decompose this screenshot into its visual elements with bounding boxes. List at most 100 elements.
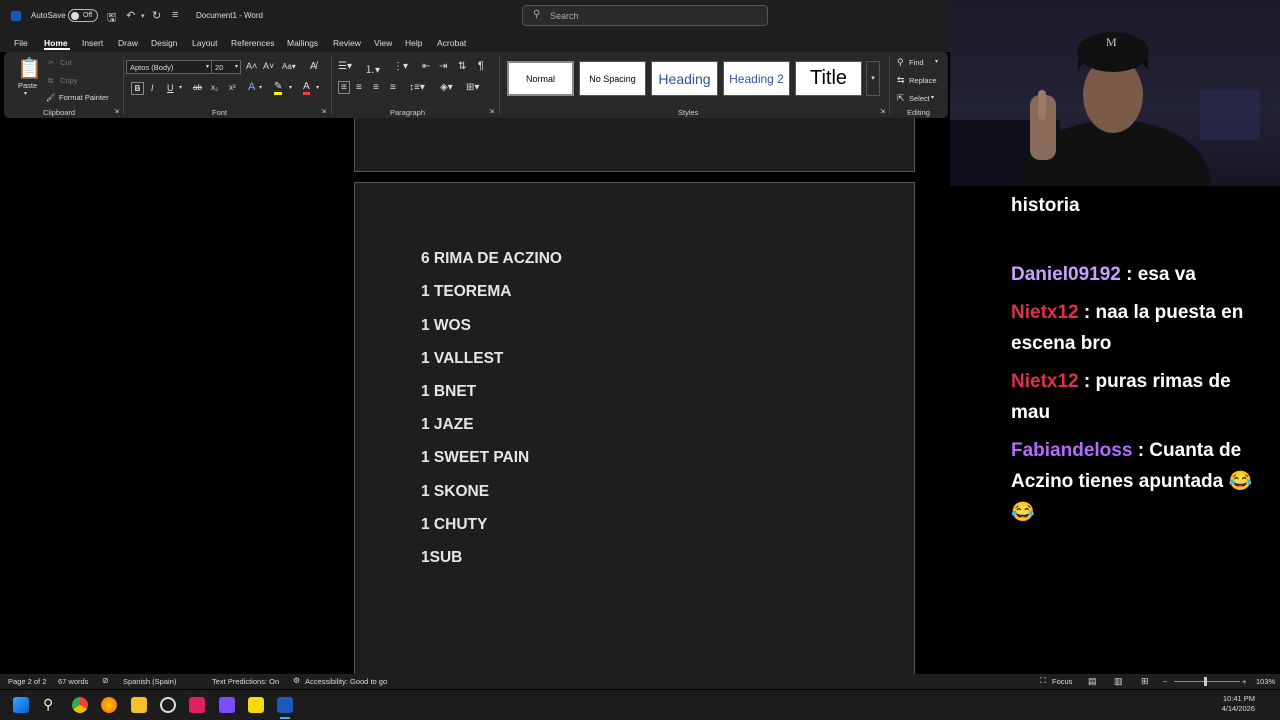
print-layout-icon[interactable]: ▥ <box>1114 676 1123 687</box>
format-painter-icon[interactable]: 🖌 <box>46 93 56 102</box>
document-line[interactable]: 1 SWEET PAIN <box>421 449 529 467</box>
find-icon[interactable]: ⚲ <box>897 57 904 68</box>
tab-design[interactable]: Design <box>151 38 177 48</box>
paragraph-launcher-icon[interactable]: ⇲ <box>489 108 494 115</box>
multilevel-list-icon[interactable]: ⋮▾ <box>393 61 408 72</box>
text-effects-icon[interactable]: A <box>248 81 255 93</box>
tab-draw[interactable]: Draw <box>118 38 138 48</box>
line-spacing-icon[interactable]: ↕≡▾ <box>409 82 425 93</box>
cut-icon[interactable]: ✂ <box>48 58 54 67</box>
document-line[interactable]: 1 JAZE <box>421 416 474 434</box>
select-icon[interactable]: ⇱ <box>897 93 905 104</box>
tab-review[interactable]: Review <box>333 38 361 48</box>
style-normal[interactable]: Normal <box>507 61 574 96</box>
select-button[interactable]: Select <box>909 94 930 103</box>
save-icon[interactable]: 🖫 <box>107 9 116 28</box>
tab-file[interactable]: File <box>14 38 28 48</box>
paste-button[interactable]: Paste <box>18 81 37 90</box>
style-no-spacing[interactable]: No Spacing <box>579 61 646 96</box>
page-1-bottom[interactable] <box>354 118 915 172</box>
tab-acrobat[interactable]: Acrobat <box>437 38 466 48</box>
zoom-out-icon[interactable]: − <box>1163 677 1167 686</box>
paste-dropdown-icon[interactable]: ▾ <box>24 90 27 97</box>
read-mode-icon[interactable]: ▤ <box>1088 676 1097 687</box>
text-predictions-status[interactable]: Text Predictions: On <box>212 677 279 686</box>
tab-view[interactable]: View <box>374 38 392 48</box>
font-size-select[interactable]: 20 ▾ <box>211 60 241 74</box>
customize-quick-access-icon[interactable]: ≡ <box>172 9 178 21</box>
font-launcher-icon[interactable]: ⇲ <box>321 108 326 115</box>
align-left-icon[interactable]: ≡ <box>338 81 350 94</box>
cut-button[interactable]: Cut <box>60 58 72 67</box>
windows-start-icon[interactable] <box>13 697 29 713</box>
italic-button[interactable]: I <box>151 83 154 93</box>
shrink-font-icon[interactable]: A˅ <box>263 61 274 71</box>
superscript-icon[interactable]: x² <box>229 83 236 92</box>
document-line[interactable]: 1 VALLEST <box>421 350 503 368</box>
copy-icon[interactable]: ⧉ <box>48 76 53 86</box>
grow-font-icon[interactable]: A˄ <box>246 61 257 71</box>
obs-icon[interactable] <box>160 697 176 713</box>
document-line[interactable]: 1 TEOREMA <box>421 283 511 301</box>
clock[interactable]: 10:41 PM 4/14/2026 <box>1222 694 1255 714</box>
zoom-in-icon[interactable]: + <box>1242 677 1246 686</box>
redo-icon[interactable]: ↻ <box>152 9 161 22</box>
app-icon[interactable] <box>219 697 235 713</box>
chevron-down-icon[interactable]: ▾ <box>935 58 938 65</box>
paste-icon[interactable]: 📋 <box>17 56 42 81</box>
tiktok-icon[interactable] <box>189 697 205 713</box>
accessibility-status[interactable]: Accessibility: Good to go <box>305 677 387 686</box>
language-indicator[interactable]: Spanish (Spain) <box>123 677 176 686</box>
font-color-icon[interactable]: A <box>303 81 310 95</box>
document-line[interactable]: 1 BNET <box>421 383 476 401</box>
autosave-toggle[interactable]: Off <box>68 9 98 22</box>
chevron-down-icon[interactable]: ▾ <box>259 84 262 91</box>
chevron-down-icon[interactable]: ▾ <box>931 94 934 101</box>
zoom-level[interactable]: 103% <box>1256 677 1275 686</box>
focus-button[interactable]: Focus <box>1052 677 1072 686</box>
underline-dropdown-icon[interactable]: ▾ <box>179 84 182 91</box>
align-right-icon[interactable]: ≡ <box>373 82 379 93</box>
change-case-icon[interactable]: Aa▾ <box>282 62 296 71</box>
document-line[interactable]: 1 SKONE <box>421 483 489 501</box>
style-heading-1[interactable]: Heading <box>651 61 718 96</box>
bold-button[interactable]: B <box>131 82 144 95</box>
styles-launcher-icon[interactable]: ⇲ <box>880 108 885 115</box>
styles-gallery-more-button[interactable]: ▾ <box>866 61 880 96</box>
undo-dropdown-icon[interactable]: ▾ <box>141 12 145 20</box>
clipboard-launcher-icon[interactable]: ⇲ <box>114 108 119 115</box>
highlight-color-icon[interactable]: ✎ <box>274 81 283 95</box>
align-center-icon[interactable]: ≡ <box>356 82 362 93</box>
borders-icon[interactable]: ⊞▾ <box>466 82 479 93</box>
underline-button[interactable]: U <box>167 83 174 93</box>
subscript-icon[interactable]: x₂ <box>211 83 218 92</box>
tab-help[interactable]: Help <box>405 38 422 48</box>
show-formatting-marks-icon[interactable]: ¶ <box>478 60 484 72</box>
zoom-slider-thumb[interactable] <box>1204 677 1207 686</box>
tab-mailings[interactable]: Mailings <box>287 38 318 48</box>
proofing-icon[interactable]: ⊘ <box>102 676 109 685</box>
style-heading-2[interactable]: Heading 2 <box>723 61 790 96</box>
bullets-icon[interactable]: ☰▾ <box>338 61 352 72</box>
strikethrough-icon[interactable]: ab <box>193 83 202 92</box>
replace-icon[interactable]: ⇆ <box>897 75 905 86</box>
document-line[interactable]: 6 RIMA DE ACZINO <box>421 250 562 268</box>
find-button[interactable]: Find <box>909 58 924 67</box>
firefox-icon[interactable] <box>101 697 117 713</box>
word-count[interactable]: 67 words <box>58 677 88 686</box>
numbering-icon[interactable]: ⒈▾ <box>365 61 380 76</box>
format-painter-button[interactable]: Format Painter <box>59 93 109 102</box>
copy-button[interactable]: Copy <box>60 76 78 85</box>
chrome-icon[interactable] <box>72 697 88 713</box>
tab-home[interactable]: Home <box>44 38 68 48</box>
page-2[interactable]: 6 RIMA DE ACZINO 1 TEOREMA 1 WOS 1 VALLE… <box>354 182 915 682</box>
tab-layout[interactable]: Layout <box>192 38 218 48</box>
page-count[interactable]: Page 2 of 2 <box>8 677 46 686</box>
decrease-indent-icon[interactable]: ⇤ <box>422 61 430 72</box>
sort-icon[interactable]: ⇅ <box>458 61 466 72</box>
web-layout-icon[interactable]: ⊞ <box>1141 676 1149 687</box>
document-line[interactable]: 1 CHUTY <box>421 516 487 534</box>
justify-icon[interactable]: ≡ <box>390 82 396 93</box>
increase-indent-icon[interactable]: ⇥ <box>439 61 447 72</box>
file-explorer-icon[interactable] <box>131 697 147 713</box>
